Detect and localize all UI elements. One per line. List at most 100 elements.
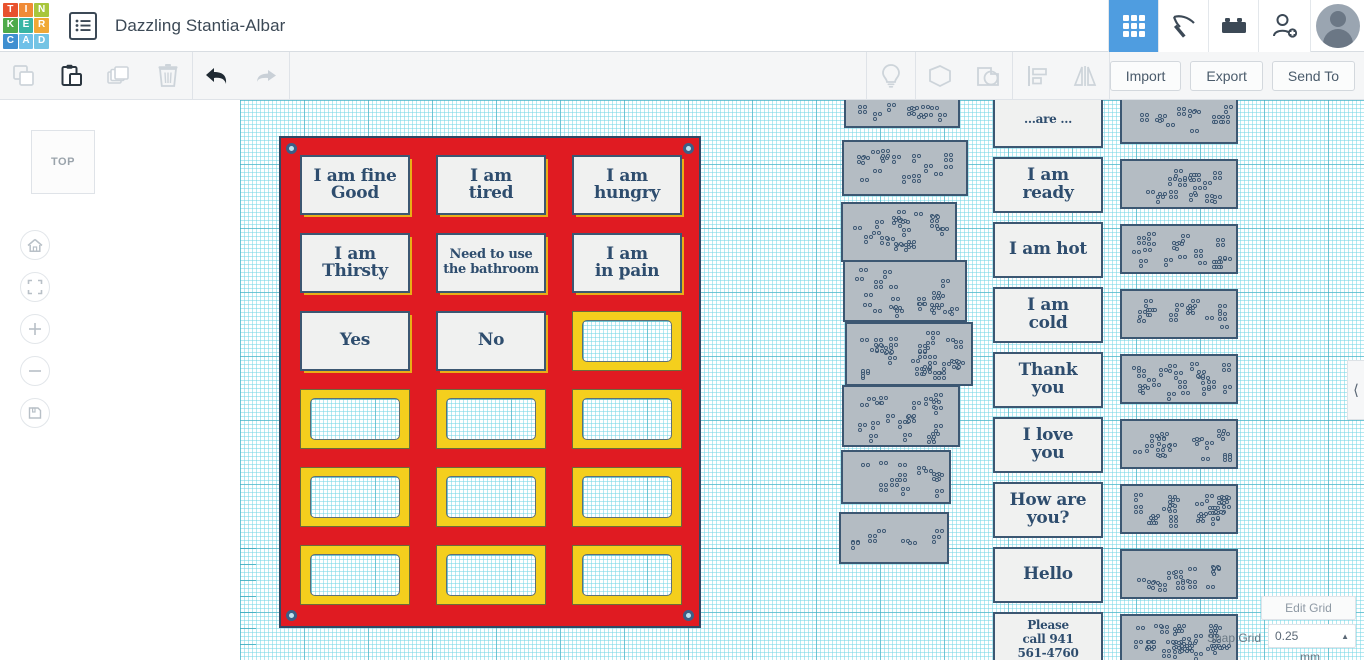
braille-dot: [916, 297, 921, 302]
braille-dot: [1220, 242, 1225, 247]
panel-tile-text[interactable]: How are you?: [993, 482, 1103, 538]
board-tile-empty[interactable]: [572, 467, 682, 527]
panel-tile-braille[interactable]: [1120, 224, 1238, 274]
board-tile-empty[interactable]: [572, 389, 682, 449]
braille-dot: [1178, 177, 1183, 182]
board-tile-text[interactable]: Need to use the bathroom: [436, 233, 546, 293]
braille-dot: [1180, 233, 1185, 238]
braille-dot: [884, 482, 889, 487]
board-tile-text[interactable]: I am in pain: [572, 233, 682, 293]
braille-dot: [1187, 580, 1192, 585]
board-tile-text[interactable]: I am fine Good: [300, 155, 410, 215]
send-to-button[interactable]: Send To: [1271, 60, 1355, 91]
board-tile-empty[interactable]: [300, 389, 410, 449]
braille-tile[interactable]: [843, 260, 967, 322]
board-tile-empty[interactable]: [436, 389, 546, 449]
braille-dot: [901, 174, 906, 179]
chevron-left-icon[interactable]: ⟨: [1347, 360, 1364, 420]
logo-tile-a: A: [18, 33, 34, 49]
board-tile-empty[interactable]: [572, 545, 682, 605]
panel-tile-text[interactable]: Please call 941 561-4760: [993, 612, 1103, 660]
tinkercad-logo[interactable]: TIN KER CAD: [1, 1, 51, 51]
braille-dot: [1156, 382, 1161, 387]
board-tile-text[interactable]: I am tired: [436, 155, 546, 215]
caret-up-icon[interactable]: ▲: [1341, 632, 1349, 641]
braille-dot: [1178, 254, 1183, 259]
duplicate-icon[interactable]: [96, 52, 144, 100]
align-icon[interactable]: [1013, 52, 1061, 100]
braille-tile[interactable]: [839, 512, 949, 564]
braille-tile[interactable]: [841, 202, 957, 262]
copy-icon[interactable]: [0, 52, 48, 100]
panel-tile-text[interactable]: Thank you: [993, 352, 1103, 408]
braille-dot: [1187, 566, 1192, 571]
snap-grid-select[interactable]: 0.25 ▲: [1268, 624, 1356, 648]
braille-tile[interactable]: [841, 450, 951, 504]
design-canvas[interactable]: I am fine Good I am tired I am hungry I am Thir…: [240, 100, 1364, 660]
panel-tile-braille[interactable]: [1120, 354, 1238, 404]
panel-tile-braille[interactable]: [1120, 289, 1238, 339]
user-avatar-button[interactable]: [1310, 0, 1364, 52]
braille-tile[interactable]: [844, 100, 960, 128]
board-tile-empty[interactable]: [436, 545, 546, 605]
board-tile-empty[interactable]: [572, 311, 682, 371]
red-board-object[interactable]: I am fine Good I am tired I am hungry I am Thir…: [279, 136, 701, 628]
braille-dot: [913, 541, 918, 546]
braille-tile[interactable]: [842, 385, 960, 447]
panel-tile-braille[interactable]: [1120, 100, 1238, 144]
add-person-icon[interactable]: [1258, 0, 1310, 52]
edit-grid-button[interactable]: Edit Grid: [1261, 596, 1356, 620]
selection-handle-tl[interactable]: [286, 143, 297, 154]
braille-tile[interactable]: [842, 140, 968, 196]
board-tile-text[interactable]: No: [436, 311, 546, 371]
import-button[interactable]: Import: [1109, 60, 1182, 91]
zoom-out-icon[interactable]: [20, 356, 50, 386]
board-tile-empty[interactable]: [300, 545, 410, 605]
panel-tile-text[interactable]: I love you: [993, 417, 1103, 473]
group-icon[interactable]: [916, 52, 964, 100]
panel-tile-braille[interactable]: [1120, 159, 1238, 209]
panel-tile-braille[interactable]: [1120, 484, 1238, 534]
board-tile-text[interactable]: Yes: [300, 311, 410, 371]
braille-dot: [861, 368, 866, 373]
braille-dot: [869, 292, 874, 297]
braille-dot: [1188, 114, 1193, 119]
pickaxe-icon[interactable]: [1158, 0, 1208, 52]
selection-handle-tr[interactable]: [683, 143, 694, 154]
braille-dot: [894, 482, 899, 487]
panel-tile-text[interactable]: I am cold: [993, 287, 1103, 343]
paste-icon[interactable]: [48, 52, 96, 100]
braille-tile[interactable]: [845, 322, 973, 386]
board-tile-empty[interactable]: [300, 467, 410, 527]
redo-icon[interactable]: [241, 52, 289, 100]
braille-dot: [1174, 523, 1179, 528]
ortho-perspective-icon[interactable]: [20, 398, 50, 428]
home-view-icon[interactable]: [20, 230, 50, 260]
board-tile-empty[interactable]: [436, 467, 546, 527]
panel-tile-text[interactable]: I am ready: [993, 157, 1103, 213]
zoom-in-icon[interactable]: [20, 314, 50, 344]
braille-dot: [889, 336, 894, 341]
lightbulb-icon[interactable]: [867, 52, 915, 100]
panel-tile-text[interactable]: I am hot: [993, 222, 1103, 278]
panel-tile-text[interactable]: Hello: [993, 547, 1103, 603]
undo-icon[interactable]: [193, 52, 241, 100]
delete-icon[interactable]: [144, 52, 192, 100]
board-tile-text[interactable]: I am hungry: [572, 155, 682, 215]
selection-handle-bl[interactable]: [286, 610, 297, 621]
export-button[interactable]: Export: [1190, 60, 1263, 91]
panel-tile-braille[interactable]: [1120, 419, 1238, 469]
ungroup-icon[interactable]: [964, 52, 1012, 100]
fit-to-view-icon[interactable]: [20, 272, 50, 302]
board-tile-text[interactable]: I am Thirsty: [300, 233, 410, 293]
view-cube[interactable]: TOP: [31, 130, 95, 194]
mirror-icon[interactable]: [1061, 52, 1109, 100]
braille-dot: [886, 153, 891, 158]
tile-face: [572, 545, 682, 605]
document-list-icon[interactable]: [69, 11, 97, 40]
grid-view-icon[interactable]: [1108, 0, 1158, 52]
lego-brick-icon[interactable]: [1208, 0, 1258, 52]
braille-dot-group: [1122, 100, 1236, 142]
panel-tile-text[interactable]: ...are ...: [993, 100, 1103, 148]
braille-dot: [1194, 502, 1199, 507]
